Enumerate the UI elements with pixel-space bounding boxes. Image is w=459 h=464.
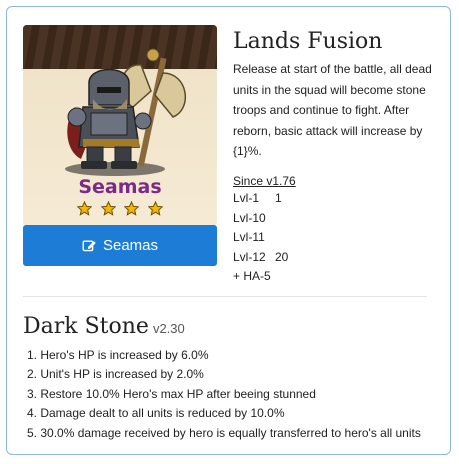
hero-portrait: Seamas (23, 25, 217, 226)
edit-icon (82, 240, 96, 252)
level-row: + HA-5 (233, 267, 288, 287)
skill-description: Release at start of the battle, all dead… (233, 62, 432, 158)
stone-effect-item: 5. 30.0% damage received by hero is equa… (27, 425, 421, 440)
level-value: 20 (275, 249, 289, 264)
hero-image (65, 48, 187, 176)
level-label: Lvl-10 (233, 210, 266, 225)
star-icon (100, 201, 116, 216)
stone-effect-item: 4. Damage dealt to all units is reduced … (27, 406, 285, 421)
star-icon (77, 201, 93, 216)
level-row: Lvl-12 20 (233, 248, 288, 268)
skill-title: Lands Fusion (233, 29, 383, 54)
stone-effect-item: 1. Hero's HP is increased by 6.0% (27, 348, 209, 362)
level-row: Lvl-11 (233, 228, 288, 248)
level-label: Lvl-11 (233, 230, 265, 244)
hero-name: Seamas (78, 176, 162, 198)
stone-effects-list: 1. Hero's HP is increased by 6.0% 2. Uni… (27, 346, 421, 443)
level-row: Lvl-10 (233, 209, 288, 229)
hero-stars (23, 201, 217, 221)
level-value: 1 (275, 191, 282, 205)
since-version-link[interactable]: Since v1.76 (233, 174, 296, 188)
stone-title: Dark Stone (23, 314, 149, 339)
level-row: Lvl-1 1 (233, 189, 288, 209)
stone-effect-item: 2. Unit's HP is increased by 2.0% (27, 367, 204, 382)
stone-version: v2.30 (152, 321, 185, 336)
level-label: Lvl-12 (233, 249, 266, 264)
level-label: Lvl-1 (233, 191, 260, 205)
stone-effect-item: 3. Restore 10.0% Hero's max HP after bee… (27, 386, 316, 401)
level-label: + HA-5 (233, 269, 271, 283)
hero-edit-button[interactable]: Seamas (23, 225, 217, 266)
hero-button-label: Seamas (102, 237, 159, 254)
section-divider (23, 296, 427, 297)
star-icon (124, 201, 140, 216)
stone-heading: Dark Stone v2.30 (23, 314, 185, 339)
skill-levels: Lvl-1 1 Lvl-10 Lvl-11 Lvl-12 20 + HA-5 (233, 189, 288, 287)
star-icon (147, 201, 163, 216)
